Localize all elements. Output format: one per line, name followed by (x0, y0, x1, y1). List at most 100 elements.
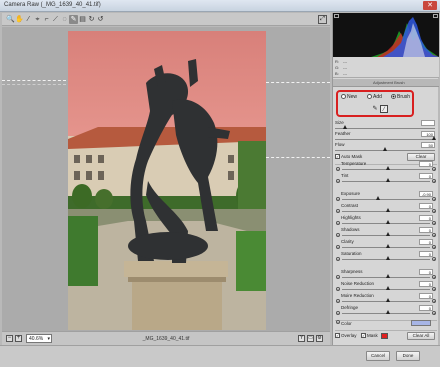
temperature-plus-icon[interactable]: + (432, 167, 436, 172)
temperature-value[interactable]: 0 (419, 161, 433, 167)
white-balance-icon[interactable]: ⁄ (24, 15, 33, 24)
shadows-thumb[interactable] (386, 232, 390, 236)
temperature-slider[interactable] (342, 166, 430, 170)
color-minus-icon[interactable]: − (336, 320, 340, 325)
saturation-thumb[interactable] (386, 256, 390, 260)
shadows-slider[interactable] (342, 232, 430, 236)
moire-reduction-plus-icon[interactable]: + (432, 299, 436, 304)
radio-erase[interactable] (391, 94, 396, 100)
exposure-value[interactable]: -0.90 (419, 191, 433, 197)
exposure-plus-icon[interactable]: + (432, 197, 436, 202)
temperature-thumb[interactable] (386, 166, 390, 170)
defringe-value[interactable]: 0 (419, 305, 433, 311)
zoom-icon[interactable]: 🔍 (6, 15, 15, 24)
contrast-thumb[interactable] (386, 208, 390, 212)
moire-reduction-slider[interactable] (342, 298, 430, 302)
feather-thumb[interactable] (432, 136, 436, 140)
saturation-minus-icon[interactable]: − (336, 257, 340, 262)
automask-check[interactable]: ✓ (335, 154, 340, 160)
contrast-plus-icon[interactable]: + (432, 209, 436, 214)
color-sampler-icon[interactable]: ⌖ (33, 15, 42, 24)
moire-reduction-value[interactable]: 0 (419, 293, 433, 299)
brush-erase-icon[interactable]: ⁄ (380, 105, 388, 113)
defringe-plus-icon[interactable]: + (432, 311, 436, 316)
rotate-icon[interactable]: ↻ (87, 15, 96, 24)
highlights-value[interactable]: 0 (419, 215, 433, 221)
size-slider[interactable] (335, 125, 435, 129)
shadow-clip-icon[interactable] (334, 14, 339, 18)
shadows-value[interactable]: 0 (419, 227, 433, 233)
sharpness-thumb[interactable] (386, 274, 390, 278)
fullscreen-toggle-icon[interactable]: ⤢ (318, 15, 327, 24)
highlights-slider[interactable] (342, 220, 430, 224)
clarity-slider[interactable] (342, 244, 430, 248)
automask-checkbox[interactable]: ✓ Auto Mask (335, 154, 362, 160)
tint-minus-icon[interactable]: − (336, 179, 340, 184)
saturation-slider[interactable] (342, 256, 430, 260)
clarity-thumb[interactable] (386, 244, 390, 248)
defringe-slider[interactable] (342, 310, 430, 314)
mask-check[interactable]: ✓ (361, 333, 366, 339)
color-swatch[interactable] (411, 320, 431, 326)
flow-value[interactable]: 50 (421, 142, 435, 148)
temperature-minus-icon[interactable]: − (336, 167, 340, 172)
sharpness-plus-icon[interactable]: + (432, 275, 436, 280)
mode-new[interactable]: New (341, 94, 357, 100)
clarity-value[interactable]: 0 (419, 239, 433, 245)
exposure-thumb[interactable] (376, 196, 381, 200)
brush-add-icon[interactable]: ✎ (371, 105, 379, 113)
defringe-thumb[interactable] (386, 310, 390, 314)
highlights-thumb[interactable] (386, 220, 390, 224)
moire-reduction-thumb[interactable] (386, 298, 390, 302)
sharpness-slider[interactable] (342, 274, 430, 278)
clarity-minus-icon[interactable]: − (336, 245, 340, 250)
sharpness-value[interactable]: 0 (419, 269, 433, 275)
compare-view-icon[interactable]: ▭ (307, 335, 314, 342)
saturation-value[interactable]: 0 (419, 251, 433, 257)
flow-thumb[interactable] (383, 147, 387, 151)
moire-reduction-minus-icon[interactable]: − (336, 299, 340, 304)
size-value[interactable] (421, 120, 435, 126)
shadows-plus-icon[interactable]: + (432, 233, 436, 238)
tint-thumb[interactable] (386, 178, 390, 182)
mode-add[interactable]: Add (367, 94, 382, 100)
radio-add[interactable] (367, 94, 372, 100)
tint-plus-icon[interactable]: + (432, 179, 436, 184)
settings-icon[interactable]: ⚙ (316, 335, 323, 342)
clear-button[interactable]: Clear (407, 153, 435, 161)
tint-slider[interactable] (342, 178, 430, 182)
spot-removal-icon[interactable]: ◌ (60, 15, 69, 24)
noise-reduction-minus-icon[interactable]: − (336, 287, 340, 292)
contrast-slider[interactable] (342, 208, 430, 212)
image-canvas[interactable] (2, 27, 330, 331)
size-thumb[interactable] (343, 125, 347, 129)
mode-erase[interactable]: Brush (391, 94, 410, 100)
adjustment-brush-icon[interactable]: ✎ (69, 15, 78, 24)
clarity-plus-icon[interactable]: + (432, 245, 436, 250)
highlights-minus-icon[interactable]: − (336, 221, 340, 226)
contrast-minus-icon[interactable]: − (336, 209, 340, 214)
done-button[interactable]: Done (396, 351, 420, 361)
noise-reduction-value[interactable]: 0 (419, 281, 433, 287)
graduated-filter-icon[interactable]: ▤ (78, 15, 87, 24)
photo-preview[interactable] (68, 31, 266, 330)
overlay-checkbox[interactable]: ✓ Overlay (335, 333, 357, 339)
preview-toggle-icon[interactable]: Y (298, 335, 305, 342)
noise-reduction-plus-icon[interactable]: + (432, 287, 436, 292)
exposure-minus-icon[interactable]: − (336, 197, 340, 202)
shadows-minus-icon[interactable]: − (336, 233, 340, 238)
mask-color-swatch[interactable] (381, 333, 388, 339)
cancel-button[interactable]: Cancel (366, 351, 390, 361)
close-button[interactable]: ✕ (423, 1, 437, 10)
contrast-value[interactable]: 0 (419, 203, 433, 209)
noise-reduction-slider[interactable] (342, 286, 430, 290)
highlight-clip-icon[interactable] (433, 14, 438, 18)
highlights-plus-icon[interactable]: + (432, 221, 436, 226)
clear-all-button[interactable]: Clear All (407, 332, 435, 340)
flow-slider[interactable] (335, 147, 435, 151)
defringe-minus-icon[interactable]: − (336, 311, 340, 316)
straighten-icon[interactable]: ⟋ (51, 15, 60, 24)
sharpness-minus-icon[interactable]: − (336, 275, 340, 280)
hand-icon[interactable]: ✋ (15, 15, 24, 24)
mask-checkbox[interactable]: ✓ Mask (361, 333, 378, 339)
